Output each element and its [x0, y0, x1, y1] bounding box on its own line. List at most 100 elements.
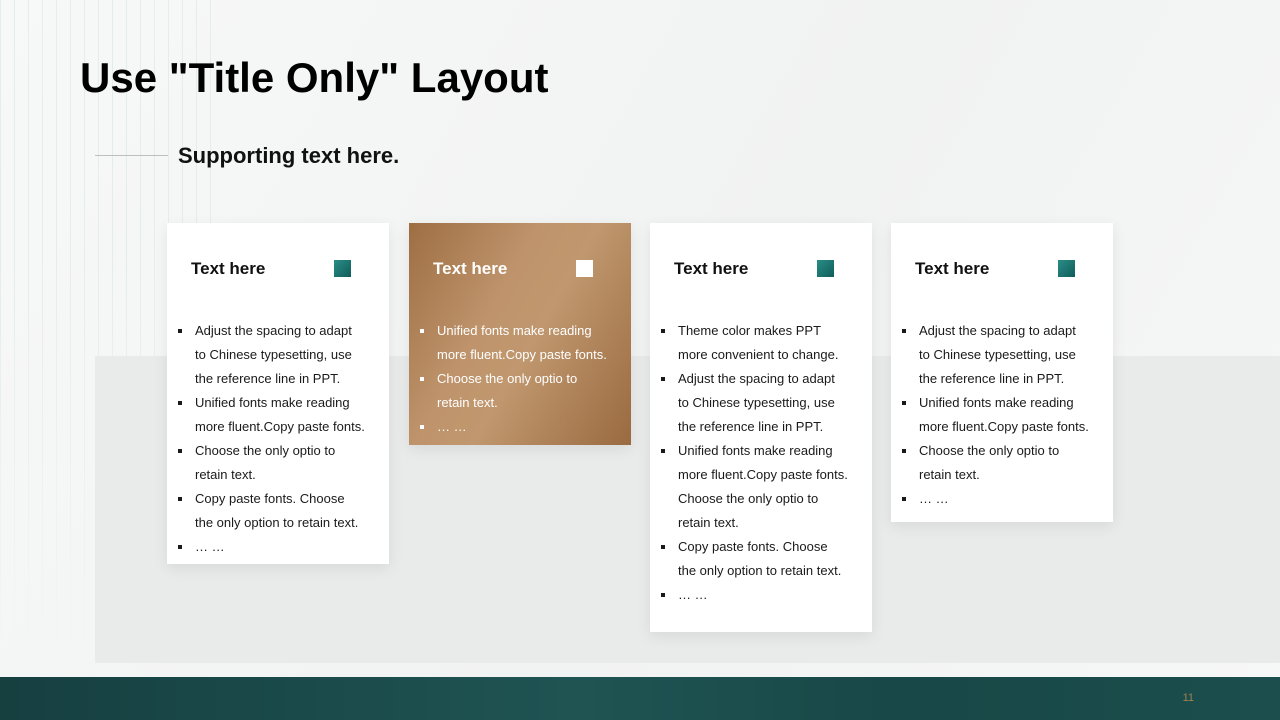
card-list-line: Unified fonts make reading [660, 439, 866, 463]
card-list-text: … … [195, 539, 225, 554]
slide-title[interactable]: Use "Title Only" Layout [80, 54, 548, 102]
card-list-text: the reference line in PPT. [195, 371, 341, 386]
bullet-icon [420, 377, 424, 381]
card-list-text: Choose the only optio to [919, 443, 1060, 458]
card-list-text: to Chinese typesetting, use [678, 395, 835, 410]
card-list-text: Adjust the spacing to adapt [195, 323, 352, 338]
bullet-icon [661, 449, 665, 453]
page-number: 11 [1182, 692, 1194, 704]
card-list-line: to Chinese typesetting, use [901, 343, 1107, 367]
card-list-line: Unified fonts make reading [177, 391, 383, 415]
card-list-line: Adjust the spacing to adapt [177, 319, 383, 343]
footer-bar [0, 677, 1280, 720]
card-list-text: Choose the only optio to [437, 371, 578, 386]
card-list-line: Choose the only optio to [901, 439, 1107, 463]
card-list-line: more fluent.Copy paste fonts. [177, 415, 383, 439]
card-list-text: Copy paste fonts. Choose [195, 491, 345, 506]
card-list-text: more fluent.Copy paste fonts. [437, 347, 607, 362]
card-list-line: retain text. [660, 511, 866, 535]
card-list-line: Choose the only optio to [660, 487, 866, 511]
card-2[interactable]: Text here Unified fonts make reading more… [409, 223, 631, 445]
bullet-icon [178, 497, 182, 501]
card-title[interactable]: Text here [674, 259, 748, 279]
card-list-text: the reference line in PPT. [678, 419, 824, 434]
card-title[interactable]: Text here [433, 259, 507, 279]
teal-square-icon [817, 260, 834, 277]
card-list-line: retain text. [419, 391, 625, 415]
card-list-line: more convenient to change. [660, 343, 866, 367]
bullet-icon [902, 329, 906, 333]
card-list: Adjust the spacing to adapt to Chinese ty… [901, 319, 1107, 511]
card-list-text: … … [437, 419, 467, 434]
card-list-text: … … [919, 491, 949, 506]
card-list-text: Unified fonts make reading [195, 395, 350, 410]
bullet-icon [902, 449, 906, 453]
card-list: Adjust the spacing to adapt to Chinese ty… [177, 319, 383, 559]
card-list-line: … … [177, 535, 383, 559]
card-list-line: the reference line in PPT. [177, 367, 383, 391]
card-list-text: more fluent.Copy paste fonts. [919, 419, 1089, 434]
card-list-line: Unified fonts make reading [901, 391, 1107, 415]
card-list: Unified fonts make reading more fluent.Co… [419, 319, 625, 439]
card-list-line: the reference line in PPT. [901, 367, 1107, 391]
bullet-icon [661, 545, 665, 549]
card-list-line: Choose the only optio to [419, 367, 625, 391]
card-list-text: to Chinese typesetting, use [919, 347, 1076, 362]
card-title[interactable]: Text here [191, 259, 265, 279]
card-list-text: the only option to retain text. [195, 515, 359, 530]
bullet-icon [902, 497, 906, 501]
card-list-text: the only option to retain text. [678, 563, 842, 578]
card-list-text: retain text. [437, 395, 498, 410]
card-list-text: more fluent.Copy paste fonts. [678, 467, 848, 482]
card-list-line: Adjust the spacing to adapt [901, 319, 1107, 343]
card-list-line: retain text. [177, 463, 383, 487]
card-list-line: more fluent.Copy paste fonts. [660, 463, 866, 487]
card-list-text: … … [678, 587, 708, 602]
card-list-text: retain text. [919, 467, 980, 482]
card-title[interactable]: Text here [915, 259, 989, 279]
subtitle-divider [95, 155, 168, 156]
card-list-line: Adjust the spacing to adapt [660, 367, 866, 391]
card-list-line: more fluent.Copy paste fonts. [901, 415, 1107, 439]
card-list-line: the reference line in PPT. [660, 415, 866, 439]
card-list-text: Choose the only optio to [678, 491, 819, 506]
card-list-line: to Chinese typesetting, use [177, 343, 383, 367]
card-list-line: to Chinese typesetting, use [660, 391, 866, 415]
card-list-text: Unified fonts make reading [437, 323, 592, 338]
card-list-text: Adjust the spacing to adapt [678, 371, 835, 386]
bullet-icon [178, 545, 182, 549]
card-list-text: more fluent.Copy paste fonts. [195, 419, 365, 434]
card-3[interactable]: Text here Theme color makes PPT more conv… [650, 223, 872, 632]
card-list-line: more fluent.Copy paste fonts. [419, 343, 625, 367]
card-1[interactable]: Text here Adjust the spacing to adapt to … [167, 223, 389, 564]
card-list-line: Unified fonts make reading [419, 319, 625, 343]
card-list-text: to Chinese typesetting, use [195, 347, 352, 362]
card-list-line: … … [419, 415, 625, 439]
card-list-line: the only option to retain text. [177, 511, 383, 535]
card-4[interactable]: Text here Adjust the spacing to adapt to … [891, 223, 1113, 522]
card-list: Theme color makes PPT more convenient to … [660, 319, 866, 607]
card-list-text: Copy paste fonts. Choose [678, 539, 828, 554]
bullet-icon [661, 329, 665, 333]
teal-square-icon [334, 260, 351, 277]
bullet-icon [178, 449, 182, 453]
card-list-line: retain text. [901, 463, 1107, 487]
card-list-line: Choose the only optio to [177, 439, 383, 463]
bullet-icon [661, 593, 665, 597]
card-list-line: Copy paste fonts. Choose [660, 535, 866, 559]
card-list-text: Theme color makes PPT [678, 323, 822, 338]
card-list-text: Unified fonts make reading [678, 443, 833, 458]
card-list-text: the reference line in PPT. [919, 371, 1065, 386]
card-list-text: Adjust the spacing to adapt [919, 323, 1076, 338]
bullet-icon [420, 329, 424, 333]
card-list-text: more convenient to change. [678, 347, 839, 362]
card-list-line: … … [660, 583, 866, 607]
bullet-icon [661, 377, 665, 381]
bullet-icon [902, 401, 906, 405]
card-list-text: Unified fonts make reading [919, 395, 1074, 410]
bullet-icon [420, 425, 424, 429]
card-list-text: retain text. [195, 467, 256, 482]
teal-square-icon [1058, 260, 1075, 277]
slide-subtitle[interactable]: Supporting text here. [178, 143, 399, 169]
card-list-line: the only option to retain text. [660, 559, 866, 583]
